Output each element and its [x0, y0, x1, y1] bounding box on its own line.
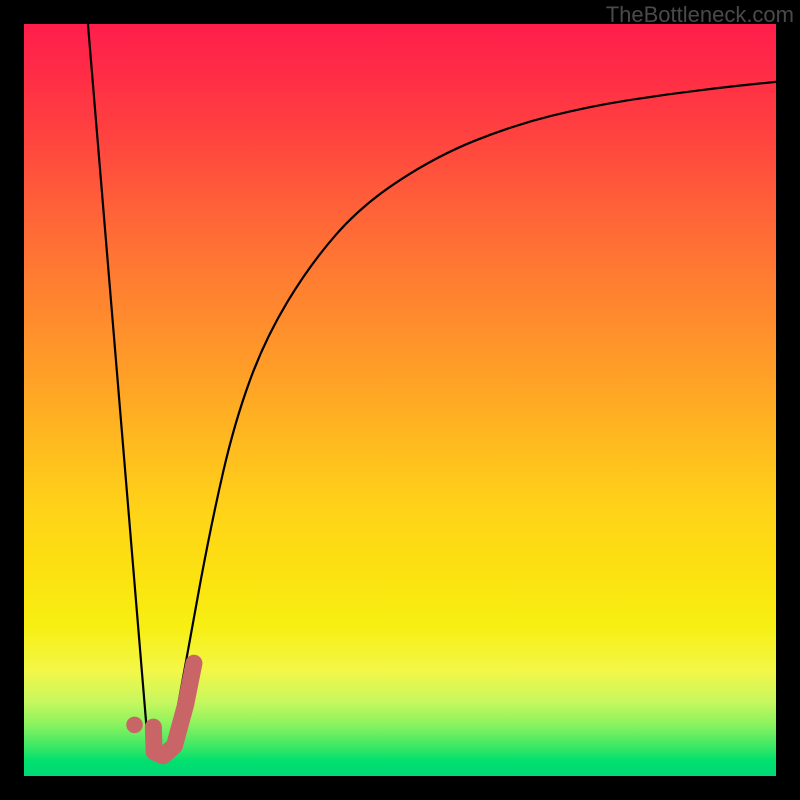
plot-area [24, 24, 776, 776]
curve-right-branch [171, 82, 776, 746]
curve-left-branch [88, 24, 148, 746]
curves-layer [24, 24, 776, 776]
watermark-text: TheBottleneck.com [606, 2, 794, 28]
